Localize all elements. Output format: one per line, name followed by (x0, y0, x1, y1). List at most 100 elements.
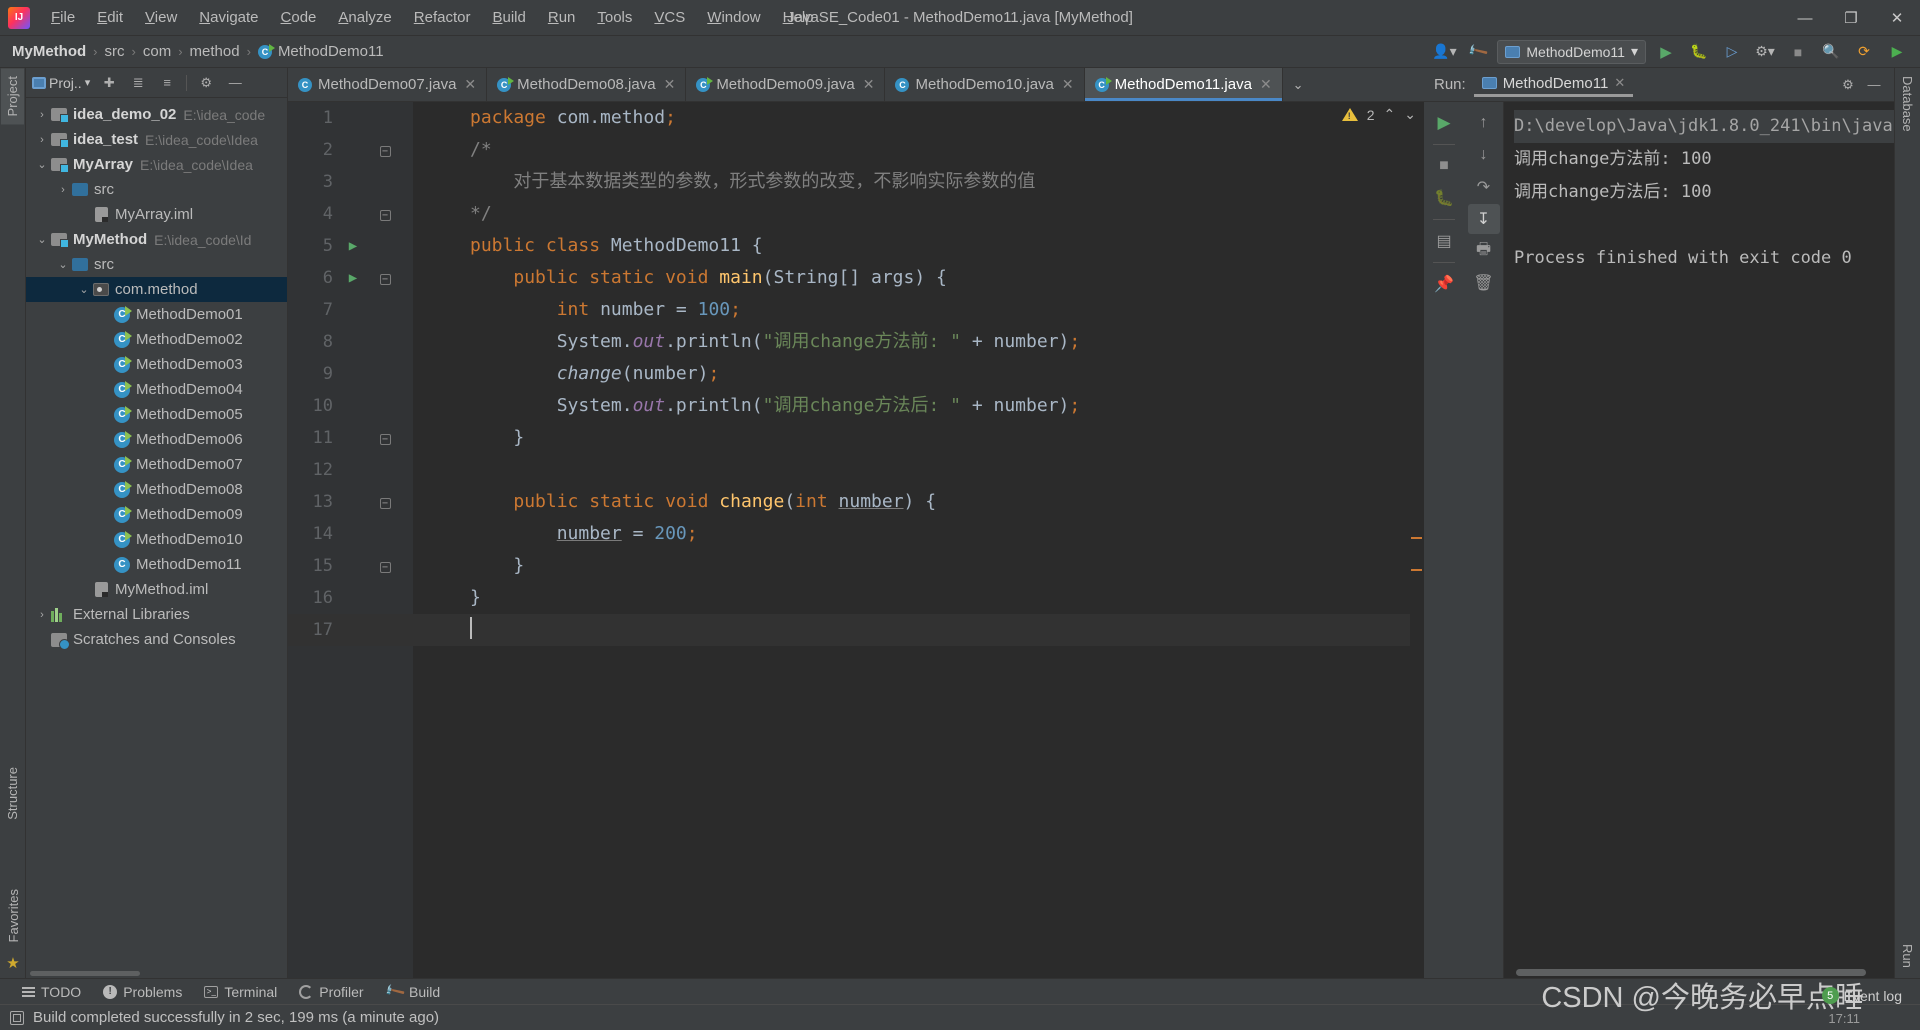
close-icon[interactable]: ✕ (664, 76, 676, 93)
tree-node-mymethod[interactable]: ⌄ MyMethod E:\idea_code\Id (26, 227, 287, 252)
fold-collapse-icon[interactable]: − (376, 486, 394, 518)
fold-end-icon[interactable]: − (376, 550, 394, 582)
tree-node-methoddemo04[interactable]: MethodDemo04 (26, 377, 287, 402)
menu-bar[interactable]: File Edit View Navigate Code Analyze Refactor B… (40, 5, 825, 30)
chevron-toggle-icon[interactable]: ⌄ (76, 283, 92, 296)
tree-node-methoddemo06[interactable]: MethodDemo06 (26, 427, 287, 452)
tree-node-methoddemo10[interactable]: MethodDemo10 (26, 527, 287, 552)
sidebar-item-project[interactable]: Project (1, 68, 24, 125)
project-pane-title[interactable]: Proj.. ▾ (32, 75, 90, 91)
console-horizontal-scrollbar[interactable] (1504, 969, 1894, 976)
prev-issue-icon[interactable]: ⌃ (1384, 106, 1396, 123)
close-icon[interactable]: ✕ (1614, 75, 1625, 91)
run-tab[interactable]: MethodDemo11 ✕ (1473, 73, 1634, 97)
code-editor[interactable]: 2 ⌃ ⌄ 1 package com.method; 2 − /* 3 对于基本数据类型… (288, 102, 1424, 978)
tree-node-src[interactable]: › src (26, 177, 287, 202)
tree-node-idea-demo-02[interactable]: › idea_demo_02 E:\idea_code (26, 102, 287, 127)
tree-node-myarray-iml[interactable]: MyArray.iml (26, 202, 287, 227)
menu-item-view[interactable]: View (134, 5, 188, 30)
menu-item-file[interactable]: File (40, 5, 86, 30)
run-gutter-icon[interactable]: ▶ (343, 262, 363, 294)
menu-item-refactor[interactable]: Refactor (403, 5, 482, 30)
sidebar-item-database[interactable]: Database (1897, 68, 1918, 140)
hammer-icon[interactable]: 🔨 (1464, 40, 1490, 64)
locate-icon[interactable]: ✚ (99, 73, 119, 93)
tree-node-scratches-and-consoles[interactable]: Scratches and Consoles (26, 627, 287, 652)
fold-end-icon[interactable]: − (376, 198, 394, 230)
menu-item-vcs[interactable]: VCS (643, 5, 696, 30)
menu-item-navigate[interactable]: Navigate (188, 5, 269, 30)
close-icon[interactable]: ✕ (1062, 76, 1074, 93)
project-horizontal-scrollbar[interactable] (26, 969, 287, 978)
expand-all-icon[interactable]: ≣ (128, 73, 148, 93)
chevron-toggle-icon[interactable]: › (34, 134, 50, 146)
breadcrumb[interactable]: MyMethod › src › com › method › MethodDemo11 (12, 43, 384, 60)
breadcrumb-item-com[interactable]: com (143, 43, 171, 60)
editor-tab-methoddemo11-java[interactable]: MethodDemo11.java ✕ (1084, 68, 1283, 101)
sidebar-item-structure[interactable]: Structure (1, 759, 24, 828)
tree-node-methoddemo03[interactable]: MethodDemo03 (26, 352, 287, 377)
chevron-toggle-icon[interactable]: ⌄ (55, 258, 71, 271)
collapse-all-icon[interactable]: ≡ (157, 73, 177, 93)
tab-terminal[interactable]: >_ Terminal (204, 984, 277, 1000)
pin-icon[interactable]: 📌 (1428, 269, 1460, 299)
breadcrumb-item-mymethod[interactable]: MyMethod (12, 43, 86, 60)
chevron-toggle-icon[interactable]: › (55, 184, 71, 196)
editor-tabs-more-icon[interactable]: ⌄ (1283, 68, 1314, 101)
breadcrumb-item-src[interactable]: src (105, 43, 125, 60)
search-icon[interactable]: 🔍 (1818, 40, 1844, 64)
chevron-toggle-icon[interactable]: › (34, 609, 50, 621)
editor-tab-methoddemo08-java[interactable]: MethodDemo08.java ✕ (487, 68, 687, 101)
menu-item-run[interactable]: Run (537, 5, 587, 30)
stop-icon[interactable]: ■ (1428, 151, 1460, 181)
fold-collapse-icon[interactable]: − (376, 262, 394, 294)
project-tree[interactable]: › idea_demo_02 E:\idea_code › idea_test E:\id… (26, 98, 287, 969)
stop-icon[interactable]: ■ (1785, 40, 1811, 64)
editor-tab-methoddemo07-java[interactable]: MethodDemo07.java ✕ (288, 68, 488, 101)
fold-end-icon[interactable]: − (376, 422, 394, 454)
chevron-toggle-icon[interactable]: › (34, 109, 50, 121)
fold-collapse-icon[interactable]: − (376, 134, 394, 166)
minimize-button[interactable]: — (1782, 0, 1828, 36)
trash-icon[interactable]: 🗑 (1468, 268, 1500, 298)
menu-item-edit[interactable]: Edit (86, 5, 134, 30)
print-icon[interactable]: 🖶 (1468, 236, 1500, 266)
maximize-button[interactable]: ❐ (1828, 0, 1874, 36)
run-coverage-icon[interactable]: ▷ (1719, 40, 1745, 64)
menu-item-window[interactable]: Window (696, 5, 771, 30)
tab-problems[interactable]: Problems (103, 984, 182, 1000)
down-arrow-icon[interactable]: ↓ (1468, 140, 1500, 170)
editor-tab-methoddemo10-java[interactable]: MethodDemo10.java ✕ (885, 68, 1085, 101)
close-icon[interactable]: ✕ (863, 76, 875, 93)
tree-node-methoddemo09[interactable]: MethodDemo09 (26, 502, 287, 527)
menu-item-tools[interactable]: Tools (586, 5, 643, 30)
breadcrumb-item-methoddemo11[interactable]: MethodDemo11 (257, 43, 384, 60)
tree-node-methoddemo02[interactable]: MethodDemo02 (26, 327, 287, 352)
gear-icon[interactable]: ⚙ (1838, 75, 1858, 95)
close-icon[interactable]: ✕ (464, 76, 476, 93)
menu-item-help[interactable]: Help (772, 5, 825, 30)
tree-node-methoddemo05[interactable]: MethodDemo05 (26, 402, 287, 427)
tree-node-methoddemo08[interactable]: MethodDemo08 (26, 477, 287, 502)
share-icon[interactable]: ▶ (1884, 40, 1910, 64)
close-button[interactable]: ✕ (1874, 0, 1920, 36)
hide-run-pane-icon[interactable]: — (1864, 75, 1884, 95)
run-console[interactable]: D:\develop\Java\jdk1.8.0_241\bin\java.e 调… (1504, 102, 1894, 978)
close-icon[interactable]: ✕ (1260, 76, 1272, 93)
inspection-widget[interactable]: 2 ⌃ ⌄ (1341, 106, 1416, 123)
hide-pane-icon[interactable]: — (225, 73, 245, 93)
chevron-toggle-icon[interactable]: ⌄ (34, 158, 50, 171)
debug-attach-icon[interactable]: 🐛 (1428, 183, 1460, 213)
tree-node-methoddemo11[interactable]: MethodDemo11 (26, 552, 287, 577)
update-project-icon[interactable]: ⟳ (1851, 40, 1877, 64)
sidebar-item-favorites[interactable]: Favorites (2, 881, 25, 950)
breadcrumb-item-method[interactable]: method (190, 43, 240, 60)
tree-node-com-method[interactable]: ⌄ com.method (26, 277, 287, 302)
tab-todo[interactable]: TODO (22, 984, 81, 1000)
event-log-button[interactable]: 5 Event log (1821, 987, 1902, 1004)
menu-item-code[interactable]: Code (270, 5, 328, 30)
menu-item-analyze[interactable]: Analyze (327, 5, 402, 30)
tree-node-external-libraries[interactable]: › External Libraries (26, 602, 287, 627)
sidebar-item-run[interactable]: Run (1897, 936, 1918, 976)
editor-tab-bar[interactable]: MethodDemo07.java✕MethodDemo08.java✕ Meth… (288, 68, 1424, 102)
